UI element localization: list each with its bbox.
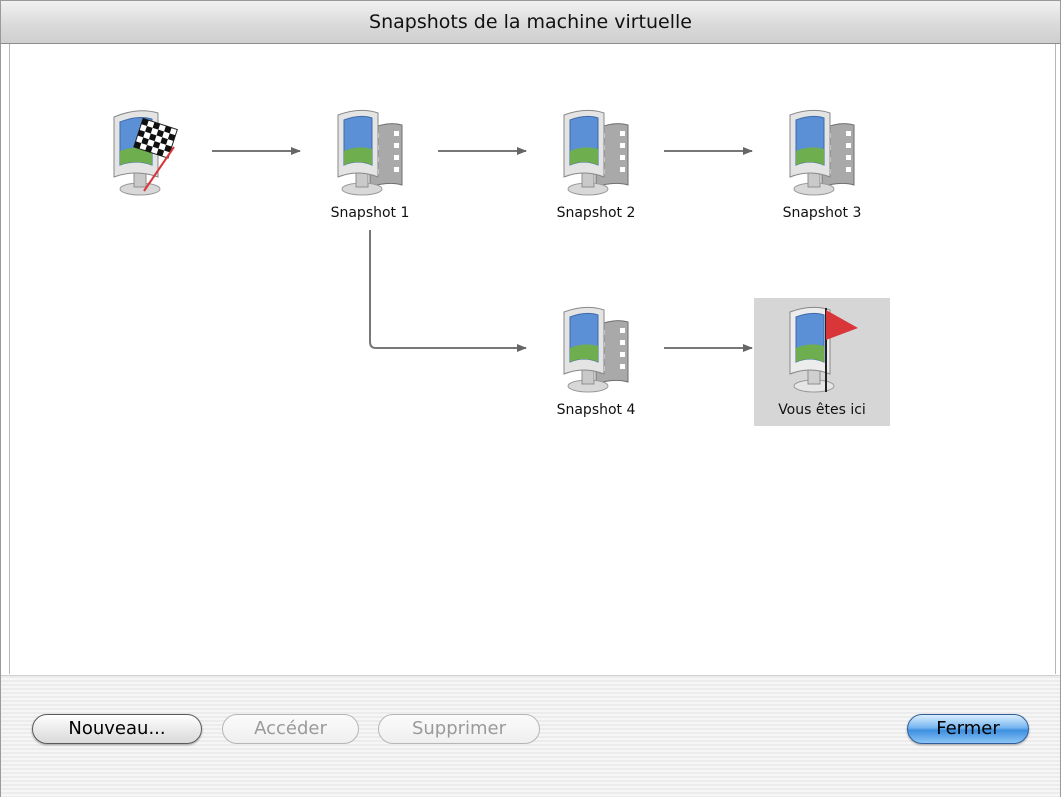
snapshot-tree-canvas: Snapshot 1 Snapshot 2 Snapshot 3 Snapsho… (9, 44, 1056, 674)
goto-snapshot-button[interactable]: Accéder (222, 714, 359, 744)
snapshot-node-current[interactable]: Vous êtes ici (754, 298, 890, 426)
window-title: Snapshots de la machine virtuelle (369, 11, 692, 33)
snapshot-node-4[interactable]: Snapshot 4 (528, 298, 664, 426)
vm-snapshot-icon (563, 306, 629, 393)
snapshot-label: Snapshot 3 (782, 205, 862, 221)
snapshot-window: Snapshots de la machine virtuelle Snapsh… (0, 0, 1061, 797)
snapshot-label: Snapshot 1 (330, 205, 410, 221)
new-snapshot-button[interactable]: Nouveau... (32, 714, 202, 744)
window-titlebar[interactable]: Snapshots de la machine virtuelle (1, 1, 1060, 44)
vm-snapshot-icon (789, 109, 855, 196)
button-bar: Nouveau... Accéder Supprimer Fermer (1, 675, 1060, 797)
vm-start-checkered-flag-icon (113, 110, 178, 196)
vm-current-state-red-flag-icon (789, 306, 858, 393)
snapshot-node-1[interactable]: Snapshot 1 (302, 101, 438, 229)
snapshot-label: Snapshot 4 (556, 402, 636, 418)
snapshot-label: Snapshot 2 (556, 205, 636, 221)
vm-snapshot-icon (337, 109, 403, 196)
vm-snapshot-icon (563, 109, 629, 196)
snapshot-node-root[interactable] (76, 101, 212, 229)
snapshot-node-3[interactable]: Snapshot 3 (754, 101, 890, 229)
delete-snapshot-button[interactable]: Supprimer (378, 714, 540, 744)
close-button[interactable]: Fermer (907, 714, 1029, 744)
snapshot-label: Vous êtes ici (778, 402, 866, 418)
snapshot-node-2[interactable]: Snapshot 2 (528, 101, 664, 229)
edge-s1-s4 (369, 230, 527, 352)
